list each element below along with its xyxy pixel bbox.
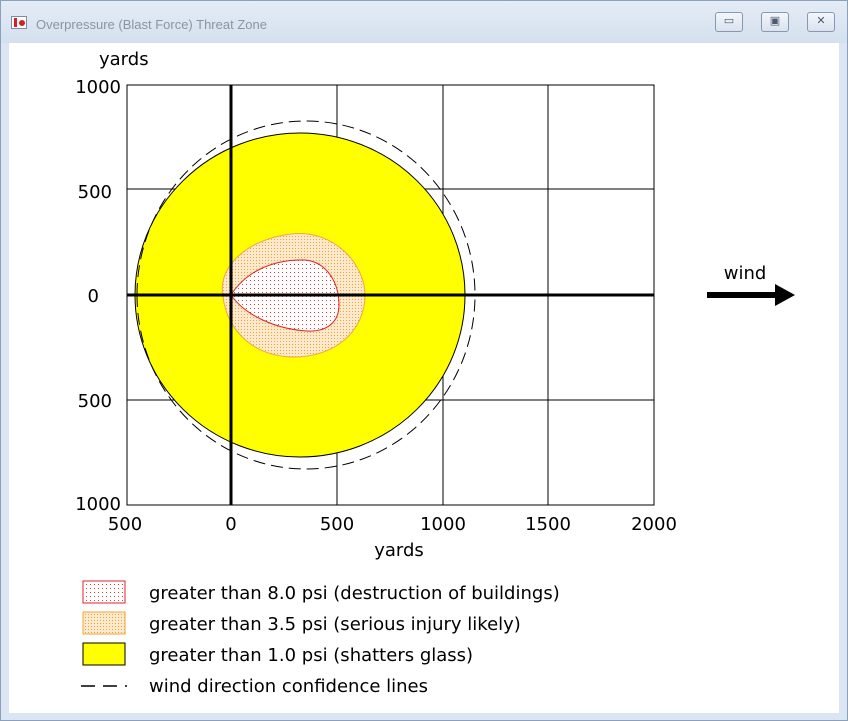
- legend-label-3-5psi: greater than 3.5 psi (serious injury lik…: [149, 614, 521, 635]
- x-tick-label: 0: [225, 514, 236, 535]
- y-tick-label: 500: [78, 182, 112, 203]
- legend-swatch-1psi: [82, 642, 126, 666]
- x-tick-label: 1500: [525, 514, 571, 535]
- maximize-button[interactable]: ▣: [761, 12, 789, 32]
- y-tick-label: 1000: [75, 494, 121, 515]
- y-tick-label: 1000: [75, 77, 121, 98]
- threat-zone-window: Overpressure (Blast Force) Threat Zone ▭…: [0, 0, 848, 721]
- x-axis-title: yards: [374, 540, 424, 561]
- x-tick-label: 1000: [420, 514, 466, 535]
- y-tick-label: 500: [78, 391, 112, 412]
- legend-swatch-8psi: [82, 580, 126, 604]
- y-axis-title: yards: [99, 49, 149, 70]
- x-tick-label: 500: [320, 514, 354, 535]
- wind-arrow-icon: [707, 284, 795, 306]
- chart-area: yards 1000 500 0 500 1000 500 0 500 1000…: [9, 43, 839, 713]
- minimize-button[interactable]: ▭: [715, 12, 743, 32]
- close-icon: ✕: [816, 14, 826, 27]
- legend-swatch-3-5psi: [82, 611, 126, 635]
- threat-zone-chart: yards 1000 500 0 500 1000 500 0 500 1000…: [75, 49, 795, 697]
- legend-label-8psi: greater than 8.0 psi (destruction of bui…: [149, 583, 560, 604]
- window-title: Overpressure (Blast Force) Threat Zone: [36, 17, 267, 32]
- minimize-icon: ▭: [723, 14, 735, 27]
- legend: greater than 8.0 psi (destruction of bui…: [81, 580, 560, 697]
- y-tick-label: 0: [88, 286, 99, 307]
- title-bar[interactable]: Overpressure (Blast Force) Threat Zone ▭…: [1, 1, 847, 43]
- legend-label-confidence: wind direction confidence lines: [149, 676, 428, 697]
- close-button[interactable]: ✕: [807, 12, 835, 32]
- app-icon: [11, 16, 27, 29]
- maximize-icon: ▣: [769, 14, 781, 27]
- legend-label-1psi: greater than 1.0 psi (shatters glass): [149, 645, 473, 666]
- x-tick-label: 500: [108, 514, 142, 535]
- wind-label: wind: [724, 263, 767, 284]
- x-tick-label: 2000: [631, 514, 677, 535]
